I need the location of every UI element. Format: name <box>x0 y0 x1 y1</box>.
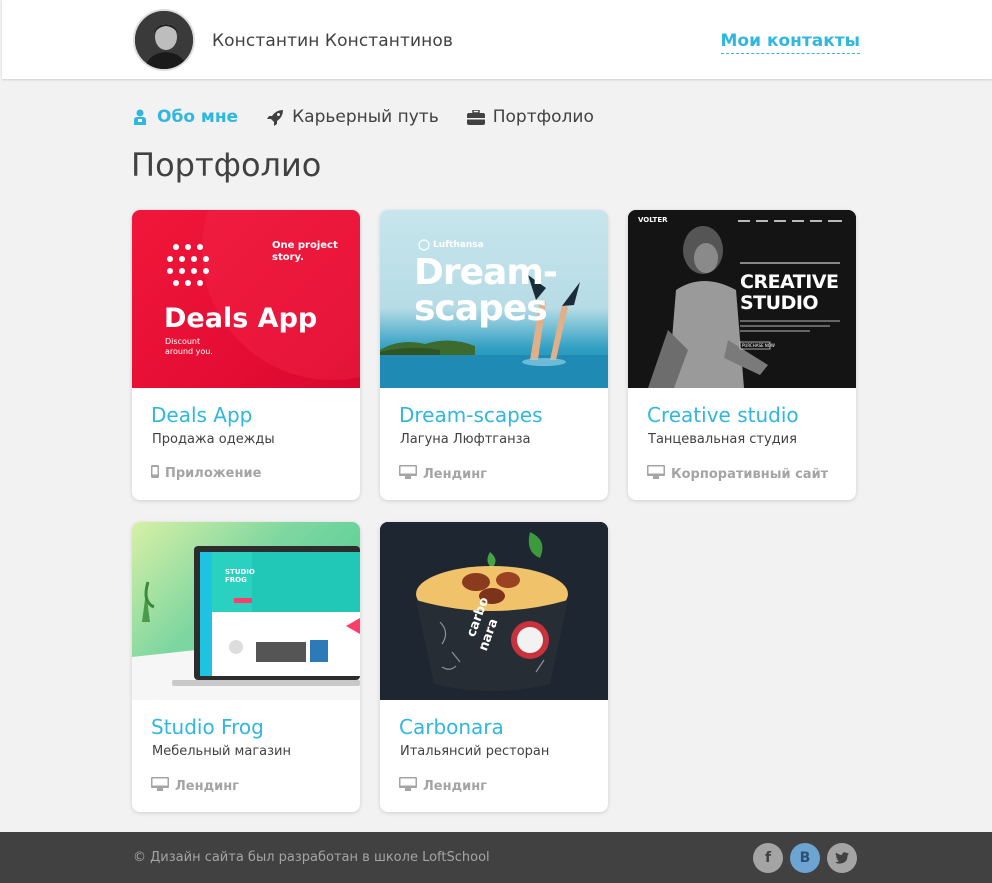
tab-label: Портфолио <box>492 107 594 127</box>
thumb-heading: Deals App <box>164 303 318 334</box>
social-links: f B <box>753 843 857 873</box>
thumb-brand: VOLTER <box>638 216 668 224</box>
phone-icon <box>151 465 159 482</box>
card-subtitle: Продажа одежды <box>152 432 275 447</box>
card-type-label: Приложение <box>165 466 262 481</box>
monitor-icon <box>399 465 417 483</box>
tab-career[interactable]: Карьерный путь <box>266 107 439 127</box>
card-subtitle: Лагуна Люфтганза <box>400 432 531 447</box>
thumb-tagline: One project story. <box>272 240 338 263</box>
card-title[interactable]: Creative studio <box>647 403 799 427</box>
monitor-icon <box>647 465 665 483</box>
twitter-icon[interactable] <box>827 843 857 873</box>
card-type: Лендинг <box>399 777 487 795</box>
project-thumbnail: Lufthansa Dream- scapes <box>380 210 608 388</box>
tab-about[interactable]: Обо мне <box>131 107 238 127</box>
portfolio-card-deals-app[interactable]: One project story. Deals App Discount ar… <box>132 210 360 500</box>
project-thumbnail: VOLTER CREATIVE STUDIO PURCHASE NOW <box>628 210 856 388</box>
user-name: Константин Константинов <box>212 31 453 51</box>
thumb-line1: STUDIO <box>225 568 255 576</box>
card-title[interactable]: Carbonara <box>399 715 504 739</box>
tab-portfolio[interactable]: Портфолио <box>466 107 594 127</box>
card-type-label: Корпоративный сайт <box>671 466 829 482</box>
card-type: Корпоративный сайт <box>647 465 828 483</box>
profile-tabs: Обо мне Карьерный путь Портфолио <box>131 106 594 128</box>
card-subtitle: Итальянсий ресторан <box>400 744 550 759</box>
rocket-icon <box>266 108 284 126</box>
site-footer: © Дизайн сайта был разработан в школе Lo… <box>0 832 992 883</box>
card-subtitle: Мебельный магазин <box>152 744 291 759</box>
card-title[interactable]: Dream-scapes <box>399 403 543 427</box>
card-type: Лендинг <box>151 777 239 795</box>
tab-label: Карьерный путь <box>292 107 439 127</box>
portfolio-card-studio-frog[interactable]: STUDIO FROG Studio Frog Мебельный магази… <box>132 522 360 812</box>
card-title[interactable]: Studio Frog <box>151 715 264 739</box>
portfolio-card-creative-studio[interactable]: VOLTER CREATIVE STUDIO PURCHASE NOW Crea… <box>628 210 856 500</box>
briefcase-icon <box>466 108 485 126</box>
thumb-button: PURCHASE NOW <box>742 343 775 348</box>
portfolio-card-dream-scapes[interactable]: Lufthansa Dream- scapes Dream-scapes Лаг… <box>380 210 608 500</box>
monitor-icon <box>399 777 417 795</box>
card-type-label: Лендинг <box>175 778 239 794</box>
facebook-icon[interactable]: f <box>753 843 783 873</box>
thumb-caption: Discount around you. <box>165 337 213 356</box>
user-icon <box>131 108 149 126</box>
monitor-icon <box>151 777 169 795</box>
page-title: Портфолио <box>131 146 322 184</box>
project-thumbnail: STUDIO FROG <box>132 522 360 700</box>
thumb-line2: STUDIO <box>740 292 819 314</box>
my-contacts-link[interactable]: Мои контакты <box>720 31 860 54</box>
vk-icon[interactable]: B <box>790 843 820 873</box>
avatar <box>133 9 195 71</box>
thumb-brand: Lufthansa <box>433 240 484 250</box>
card-type-label: Лендинг <box>423 466 487 482</box>
site-header: Константин Константинов Мои контакты <box>2 0 992 79</box>
thumb-line1: CREATIVE <box>740 271 839 293</box>
card-type-label: Лендинг <box>423 778 487 794</box>
portfolio-card-carbonara[interactable]: carbo nara Carbonara Итальянсий ресторан… <box>380 522 608 812</box>
thumb-line1: Dream- <box>414 252 558 293</box>
project-thumbnail: One project story. Deals App Discount ar… <box>132 210 360 388</box>
card-type: Лендинг <box>399 465 487 483</box>
copyright: © Дизайн сайта был разработан в школе Lo… <box>133 850 490 865</box>
thumb-line2: FROG <box>225 576 247 584</box>
card-title[interactable]: Deals App <box>151 403 252 427</box>
card-type: Приложение <box>151 465 261 482</box>
project-thumbnail: carbo nara <box>380 522 608 700</box>
tab-label: Обо мне <box>157 107 239 127</box>
card-subtitle: Танцевальная студия <box>648 432 797 447</box>
thumb-line2: scapes <box>414 288 548 329</box>
